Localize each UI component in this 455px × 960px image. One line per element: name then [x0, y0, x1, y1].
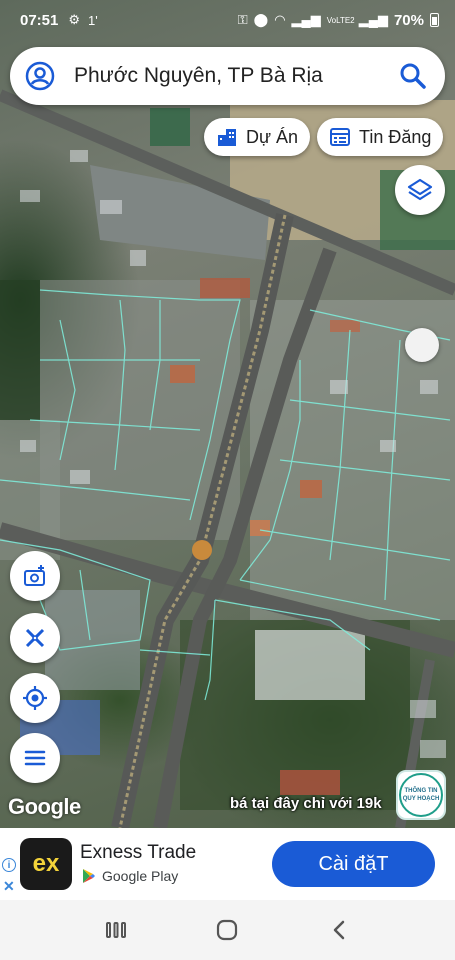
menu-button[interactable]	[10, 733, 60, 783]
layers-button[interactable]	[395, 165, 445, 215]
sync-icon: ⚙	[68, 12, 81, 27]
search-query[interactable]: Phước Nguyên, TP Bà Rịa	[74, 64, 399, 88]
google-play-icon	[83, 869, 95, 883]
map-drag-handle[interactable]	[405, 328, 439, 362]
search-bar[interactable]: Phước Nguyên, TP Bà Rịa	[10, 47, 445, 105]
status-right-icons: ⚿ ⬤ ◠ ▂▄▆ VoLTE2 ▂▄▆ 70%	[238, 12, 439, 29]
signal-icon-2: ▂▄▆	[358, 12, 388, 27]
battery-icon	[430, 13, 439, 27]
key-icon: ⚿	[237, 12, 248, 27]
install-button[interactable]: Cài đặT	[272, 841, 435, 887]
status-extra: 1'	[88, 12, 98, 28]
ad-store: Google Play	[82, 868, 178, 884]
my-location-icon	[23, 686, 47, 710]
chip-tin-dang[interactable]: Tin Đăng	[317, 118, 444, 156]
screen: 07:51 ⚙ 1' ⚿ ⬤ ◠ ▂▄▆ VoLTE2 ▂▄▆ 70% Phướ…	[0, 0, 455, 960]
chip-tin-dang-label: Tin Đăng	[359, 126, 432, 147]
ad-banner[interactable]: i ✕ ex Exness Trade Google Play Cài đặT	[0, 828, 455, 900]
ad-close-icon[interactable]: ✕	[3, 878, 15, 895]
status-time: 07:51	[20, 11, 59, 29]
home-icon	[217, 919, 238, 941]
signal-icon: ▂▄▆	[291, 12, 321, 27]
badge-line-1: THÔNG TIN	[404, 788, 438, 794]
building-icon	[218, 129, 236, 146]
chip-du-an[interactable]: Dự Án	[204, 118, 311, 156]
planning-info-logo: THÔNG TIN QUY HOẠCH	[399, 773, 443, 817]
home-button[interactable]	[207, 910, 247, 950]
status-left-icons: ⚙ 1'	[68, 12, 97, 28]
measure-tool-button[interactable]	[10, 613, 60, 663]
chip-du-an-label: Dự Án	[246, 126, 299, 147]
ruler-tool-icon	[25, 628, 45, 648]
menu-icon	[24, 750, 46, 766]
back-button[interactable]	[319, 910, 359, 950]
recent-apps-button[interactable]	[96, 910, 136, 950]
wifi-icon: ◠	[274, 12, 286, 27]
ad-info-icon[interactable]: i	[2, 858, 16, 872]
calendar-list-icon	[330, 128, 350, 146]
app-logo-text: ex	[32, 850, 60, 877]
back-icon	[333, 920, 345, 940]
location-icon: ⬤	[253, 12, 269, 27]
network-label: VoLTE2	[326, 15, 355, 25]
add-photo-button[interactable]	[10, 551, 60, 601]
ad-app-name: Exness Trade	[80, 842, 197, 863]
search-icon[interactable]	[399, 62, 427, 90]
system-nav-bar	[0, 900, 455, 960]
planning-info-badge[interactable]: THÔNG TIN QUY HOẠCH	[396, 770, 446, 820]
recent-apps-icon	[105, 922, 126, 938]
promo-text[interactable]: bá tại đây chỉ với 19k	[230, 795, 382, 812]
my-location-button[interactable]	[10, 673, 60, 723]
battery-percent: 70%	[393, 11, 424, 29]
google-attribution: Google	[8, 794, 81, 819]
account-circle-icon[interactable]	[24, 60, 56, 92]
app-logo: ex	[20, 838, 72, 890]
badge-line-2: QUY HOẠCH	[402, 796, 440, 802]
ad-store-label: Google Play	[102, 868, 179, 884]
camera-add-icon	[24, 565, 45, 586]
status-bar: 07:51 ⚙ 1' ⚿ ⬤ ◠ ▂▄▆ VoLTE2 ▂▄▆ 70%	[0, 0, 455, 40]
layers-icon	[407, 178, 433, 201]
